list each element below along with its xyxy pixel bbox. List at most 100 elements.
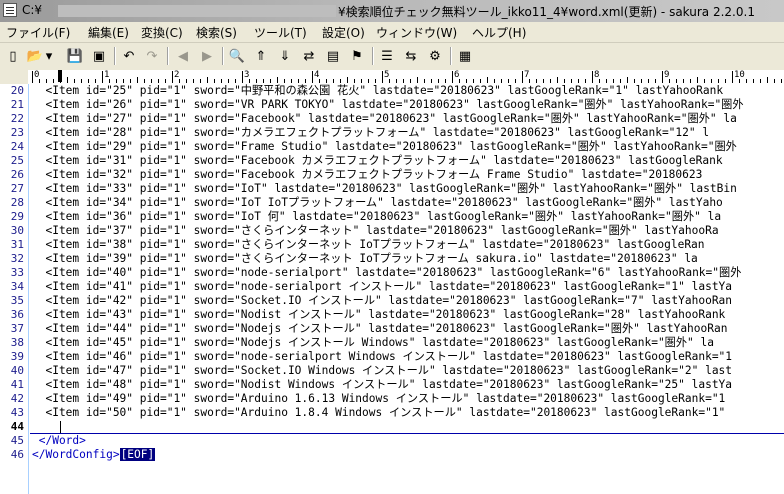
editor-line[interactable]: 26 <Item id="32" pid="1" sword="Facebook…: [0, 168, 784, 182]
menu-edit[interactable]: 編集(E): [88, 24, 129, 41]
menu-file[interactable]: ファイル(F): [6, 24, 70, 41]
line-text: <Item id="40" pid="1" sword="node-serial…: [32, 266, 742, 279]
editor-line[interactable]: 28 <Item id="34" pid="1" sword="IoT IoTプ…: [0, 196, 784, 210]
editor-line[interactable]: 30 <Item id="37" pid="1" sword="さくらインターネ…: [0, 224, 784, 238]
editor-line[interactable]: 38 <Item id="45" pid="1" sword="Nodejs イ…: [0, 336, 784, 350]
text-editor[interactable]: 20 <Item id="25" pid="1" sword="中野平和の森公園…: [0, 84, 784, 494]
ruler-minor-tick: [683, 79, 684, 83]
ruler-major-tick: [452, 71, 453, 83]
ruler-minor-tick: [746, 79, 747, 83]
compile-icon[interactable]: ▦: [456, 47, 474, 65]
editor-line[interactable]: 21 <Item id="26" pid="1" sword="VR PARK …: [0, 98, 784, 112]
editor-line[interactable]: 23 <Item id="28" pid="1" sword="カメラエフェクト…: [0, 126, 784, 140]
new-file-icon[interactable]: ▯: [4, 47, 22, 65]
ruler-minor-tick: [543, 79, 544, 83]
line-number: 29: [10, 210, 24, 223]
editor-line[interactable]: 45 </Word>: [0, 434, 784, 448]
editor-line[interactable]: 31 <Item id="38" pid="1" sword="さくらインターネ…: [0, 238, 784, 252]
ruler-minor-tick: [284, 79, 285, 83]
ruler-minor-tick: [417, 77, 418, 83]
editor-line[interactable]: 29 <Item id="36" pid="1" sword="IoT 何" l…: [0, 210, 784, 224]
title-bar[interactable]: C:¥ ¥検索順位チェック無料ツール_ikko11_4¥word.xml(更新)…: [0, 0, 784, 22]
ruler-minor-tick: [578, 79, 579, 83]
line-number: 40: [10, 364, 24, 377]
menu-search[interactable]: 検索(S): [196, 24, 237, 41]
menu-help[interactable]: ヘルプ(H): [472, 24, 526, 41]
editor-line[interactable]: 25 <Item id="31" pid="1" sword="Facebook…: [0, 154, 784, 168]
search-icon[interactable]: 🔍: [228, 47, 246, 65]
editor-line[interactable]: 39 <Item id="46" pid="1" sword="node-ser…: [0, 350, 784, 364]
ruler-minor-tick: [396, 79, 397, 83]
line-number: 20: [10, 84, 24, 97]
ruler-minor-tick: [123, 79, 124, 83]
ruler-minor-tick: [641, 79, 642, 83]
ruler-minor-tick: [389, 79, 390, 83]
ruler-major-tick: [172, 71, 173, 83]
line-number: 32: [10, 252, 24, 265]
editor-line[interactable]: 22 <Item id="27" pid="1" sword="Facebook…: [0, 112, 784, 126]
save-all-icon[interactable]: ▣: [90, 47, 108, 65]
line-number: 42: [10, 392, 24, 405]
menu-tools[interactable]: ツール(T): [254, 24, 307, 41]
outline-icon[interactable]: ☰: [378, 47, 396, 65]
menu-window[interactable]: ウィンドウ(W): [376, 24, 457, 41]
ruler-minor-tick: [431, 79, 432, 83]
ruler-scale[interactable]: 0 1 2 3 4 5 6 7 8 9 10: [28, 70, 784, 85]
bookmark-icon[interactable]: ⚑: [348, 47, 366, 65]
ruler-minor-tick: [39, 79, 40, 83]
editor-line[interactable]: 37 <Item id="44" pid="1" sword="Nodejs イ…: [0, 322, 784, 336]
ruler-minor-tick: [151, 79, 152, 83]
app-icon[interactable]: [3, 3, 17, 17]
editor-line[interactable]: 36 <Item id="43" pid="1" sword="Nodist イ…: [0, 308, 784, 322]
editor-line[interactable]: 32 <Item id="39" pid="1" sword="さくらインターネ…: [0, 252, 784, 266]
compare-icon[interactable]: ⇆: [402, 47, 420, 65]
grep-icon[interactable]: ▤: [324, 47, 342, 65]
line-number: 37: [10, 322, 24, 335]
editor-line[interactable]: 44: [0, 420, 784, 434]
editor-line[interactable]: 43 <Item id="50" pid="1" sword="Arduino …: [0, 406, 784, 420]
search-prev-icon[interactable]: ⇑: [252, 47, 270, 65]
line-text: <Item id="36" pid="1" sword="IoT 何" last…: [32, 210, 722, 223]
ruler-minor-tick: [410, 79, 411, 83]
search-next-icon[interactable]: ⇓: [276, 47, 294, 65]
editor-line[interactable]: 41 <Item id="48" pid="1" sword="Nodist W…: [0, 378, 784, 392]
toolbar-separator: [450, 47, 452, 65]
ruler-minor-tick: [599, 79, 600, 83]
editor-line[interactable]: 42 <Item id="49" pid="1" sword="Arduino …: [0, 392, 784, 406]
replace-icon[interactable]: ⇄: [300, 47, 318, 65]
ruler-cursor-marker: [58, 70, 62, 82]
ruler-minor-tick: [466, 79, 467, 83]
ruler-minor-tick: [774, 79, 775, 83]
ruler-minor-tick: [263, 79, 264, 83]
line-text: <Item id="38" pid="1" sword="さくらインターネット …: [32, 238, 705, 251]
dropdown-arrow-icon[interactable]: ▾: [44, 47, 54, 65]
toolbar: ▯ 📂 ▾ 💾 ▣ ↶ ↷ ◀ ▶ 🔍 ⇑ ⇓ ⇄ ▤ ⚑ ☰ ⇆ ⚙ ▦: [0, 43, 784, 71]
ruler-minor-tick: [207, 77, 208, 83]
jump-back-icon[interactable]: ◀: [174, 47, 192, 65]
save-icon[interactable]: 💾: [66, 47, 84, 65]
ruler-minor-tick: [648, 79, 649, 83]
editor-line[interactable]: 33 <Item id="40" pid="1" sword="node-ser…: [0, 266, 784, 280]
menu-convert[interactable]: 変換(C): [141, 24, 183, 41]
ruler-minor-tick: [704, 79, 705, 83]
editor-line[interactable]: 27 <Item id="33" pid="1" sword="IoT" las…: [0, 182, 784, 196]
redo-icon[interactable]: ↷: [143, 47, 161, 65]
jump-forward-icon[interactable]: ▶: [198, 47, 216, 65]
editor-line[interactable]: 35 <Item id="42" pid="1" sword="Socket.I…: [0, 294, 784, 308]
open-folder-icon[interactable]: 📂: [26, 47, 44, 65]
undo-icon[interactable]: ↶: [120, 47, 138, 65]
ruler-minor-tick: [550, 79, 551, 83]
line-text: <Item id="47" pid="1" sword="Socket.IO W…: [32, 364, 733, 377]
ruler-minor-tick: [564, 79, 565, 83]
editor-line[interactable]: 46 </WordConfig>[EOF]: [0, 448, 784, 462]
ruler-minor-tick: [571, 79, 572, 83]
editor-line[interactable]: 20 <Item id="25" pid="1" sword="中野平和の森公園…: [0, 84, 784, 98]
editor-line[interactable]: 24 <Item id="29" pid="1" sword="Frame St…: [0, 140, 784, 154]
editor-line[interactable]: 34 <Item id="41" pid="1" sword="node-ser…: [0, 280, 784, 294]
line-text: <Item id="41" pid="1" sword="node-serial…: [32, 280, 733, 293]
ruler[interactable]: 0 1 2 3 4 5 6 7 8 9 10: [0, 70, 784, 85]
ruler-major-tick: [102, 71, 103, 83]
menu-settings[interactable]: 設定(O): [322, 24, 365, 41]
editor-line[interactable]: 40 <Item id="47" pid="1" sword="Socket.I…: [0, 364, 784, 378]
settings-icon[interactable]: ⚙: [426, 47, 444, 65]
